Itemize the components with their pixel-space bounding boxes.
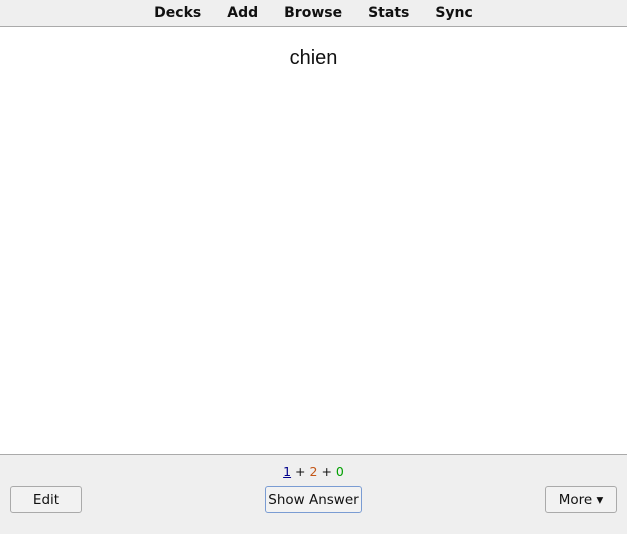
new-count: 1 <box>283 464 292 479</box>
bottom-bar: 1 + 2 + 0 Edit Show Answer More ▾ <box>0 454 627 534</box>
edit-button[interactable]: Edit <box>10 486 82 513</box>
due-counts: 1 + 2 + 0 <box>0 464 627 479</box>
toolbar-browse[interactable]: Browse <box>284 5 342 21</box>
toolbar-sync[interactable]: Sync <box>435 5 472 21</box>
learn-count: 2 <box>309 464 318 479</box>
toolbar-decks[interactable]: Decks <box>154 5 201 21</box>
toolbar-add[interactable]: Add <box>227 5 258 21</box>
more-button[interactable]: More ▾ <box>545 486 617 513</box>
review-count: 0 <box>335 464 344 479</box>
plus-sep: + <box>321 464 332 479</box>
top-toolbar: Decks Add Browse Stats Sync <box>0 0 627 27</box>
card-area: chien <box>0 27 627 454</box>
card-question: chien <box>289 47 338 69</box>
show-answer-button[interactable]: Show Answer <box>265 486 362 513</box>
toolbar-stats[interactable]: Stats <box>368 5 409 21</box>
plus-sep: + <box>295 464 306 479</box>
